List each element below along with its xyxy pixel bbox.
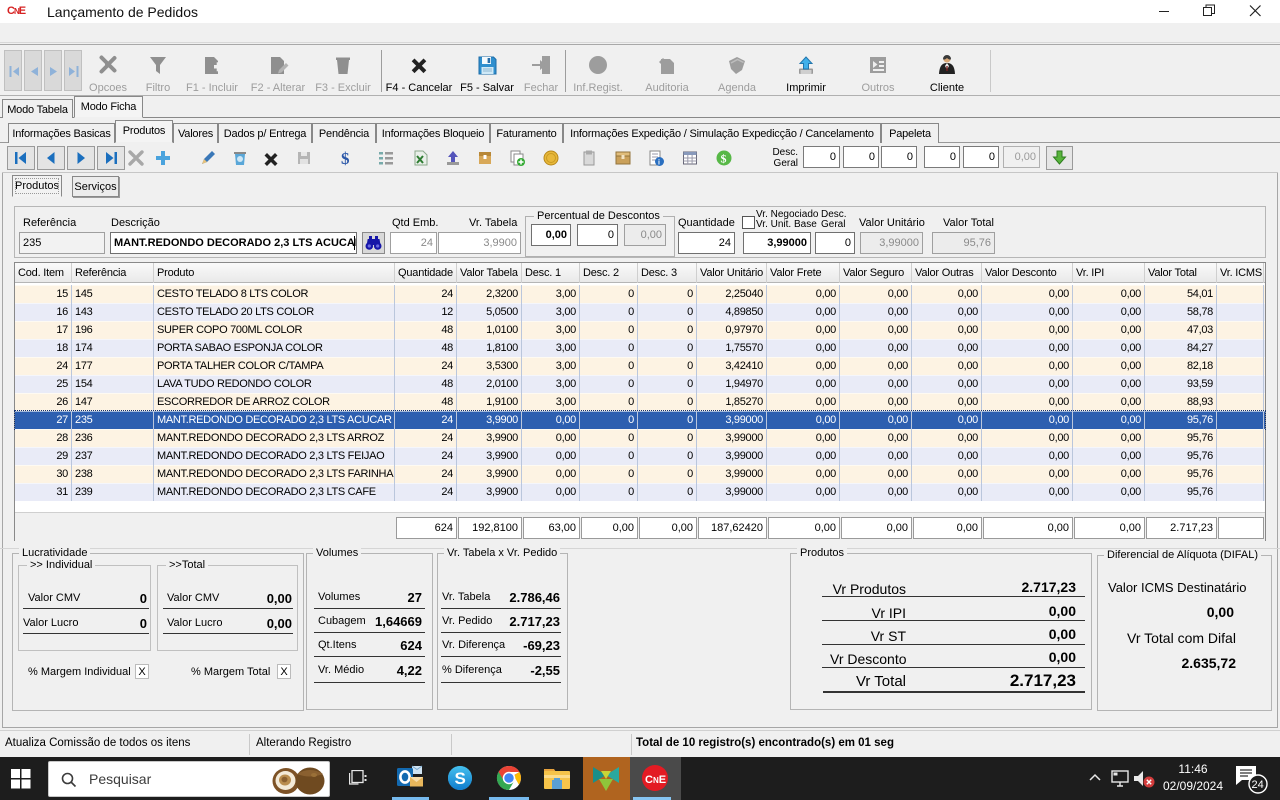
- svg-text:CNE: CNE: [645, 774, 666, 786]
- svg-text:$: $: [721, 152, 727, 166]
- svg-text:24: 24: [1252, 779, 1264, 791]
- svg-text:i: i: [658, 160, 660, 167]
- svg-text:$: $: [341, 149, 350, 167]
- svg-text:S: S: [455, 769, 466, 788]
